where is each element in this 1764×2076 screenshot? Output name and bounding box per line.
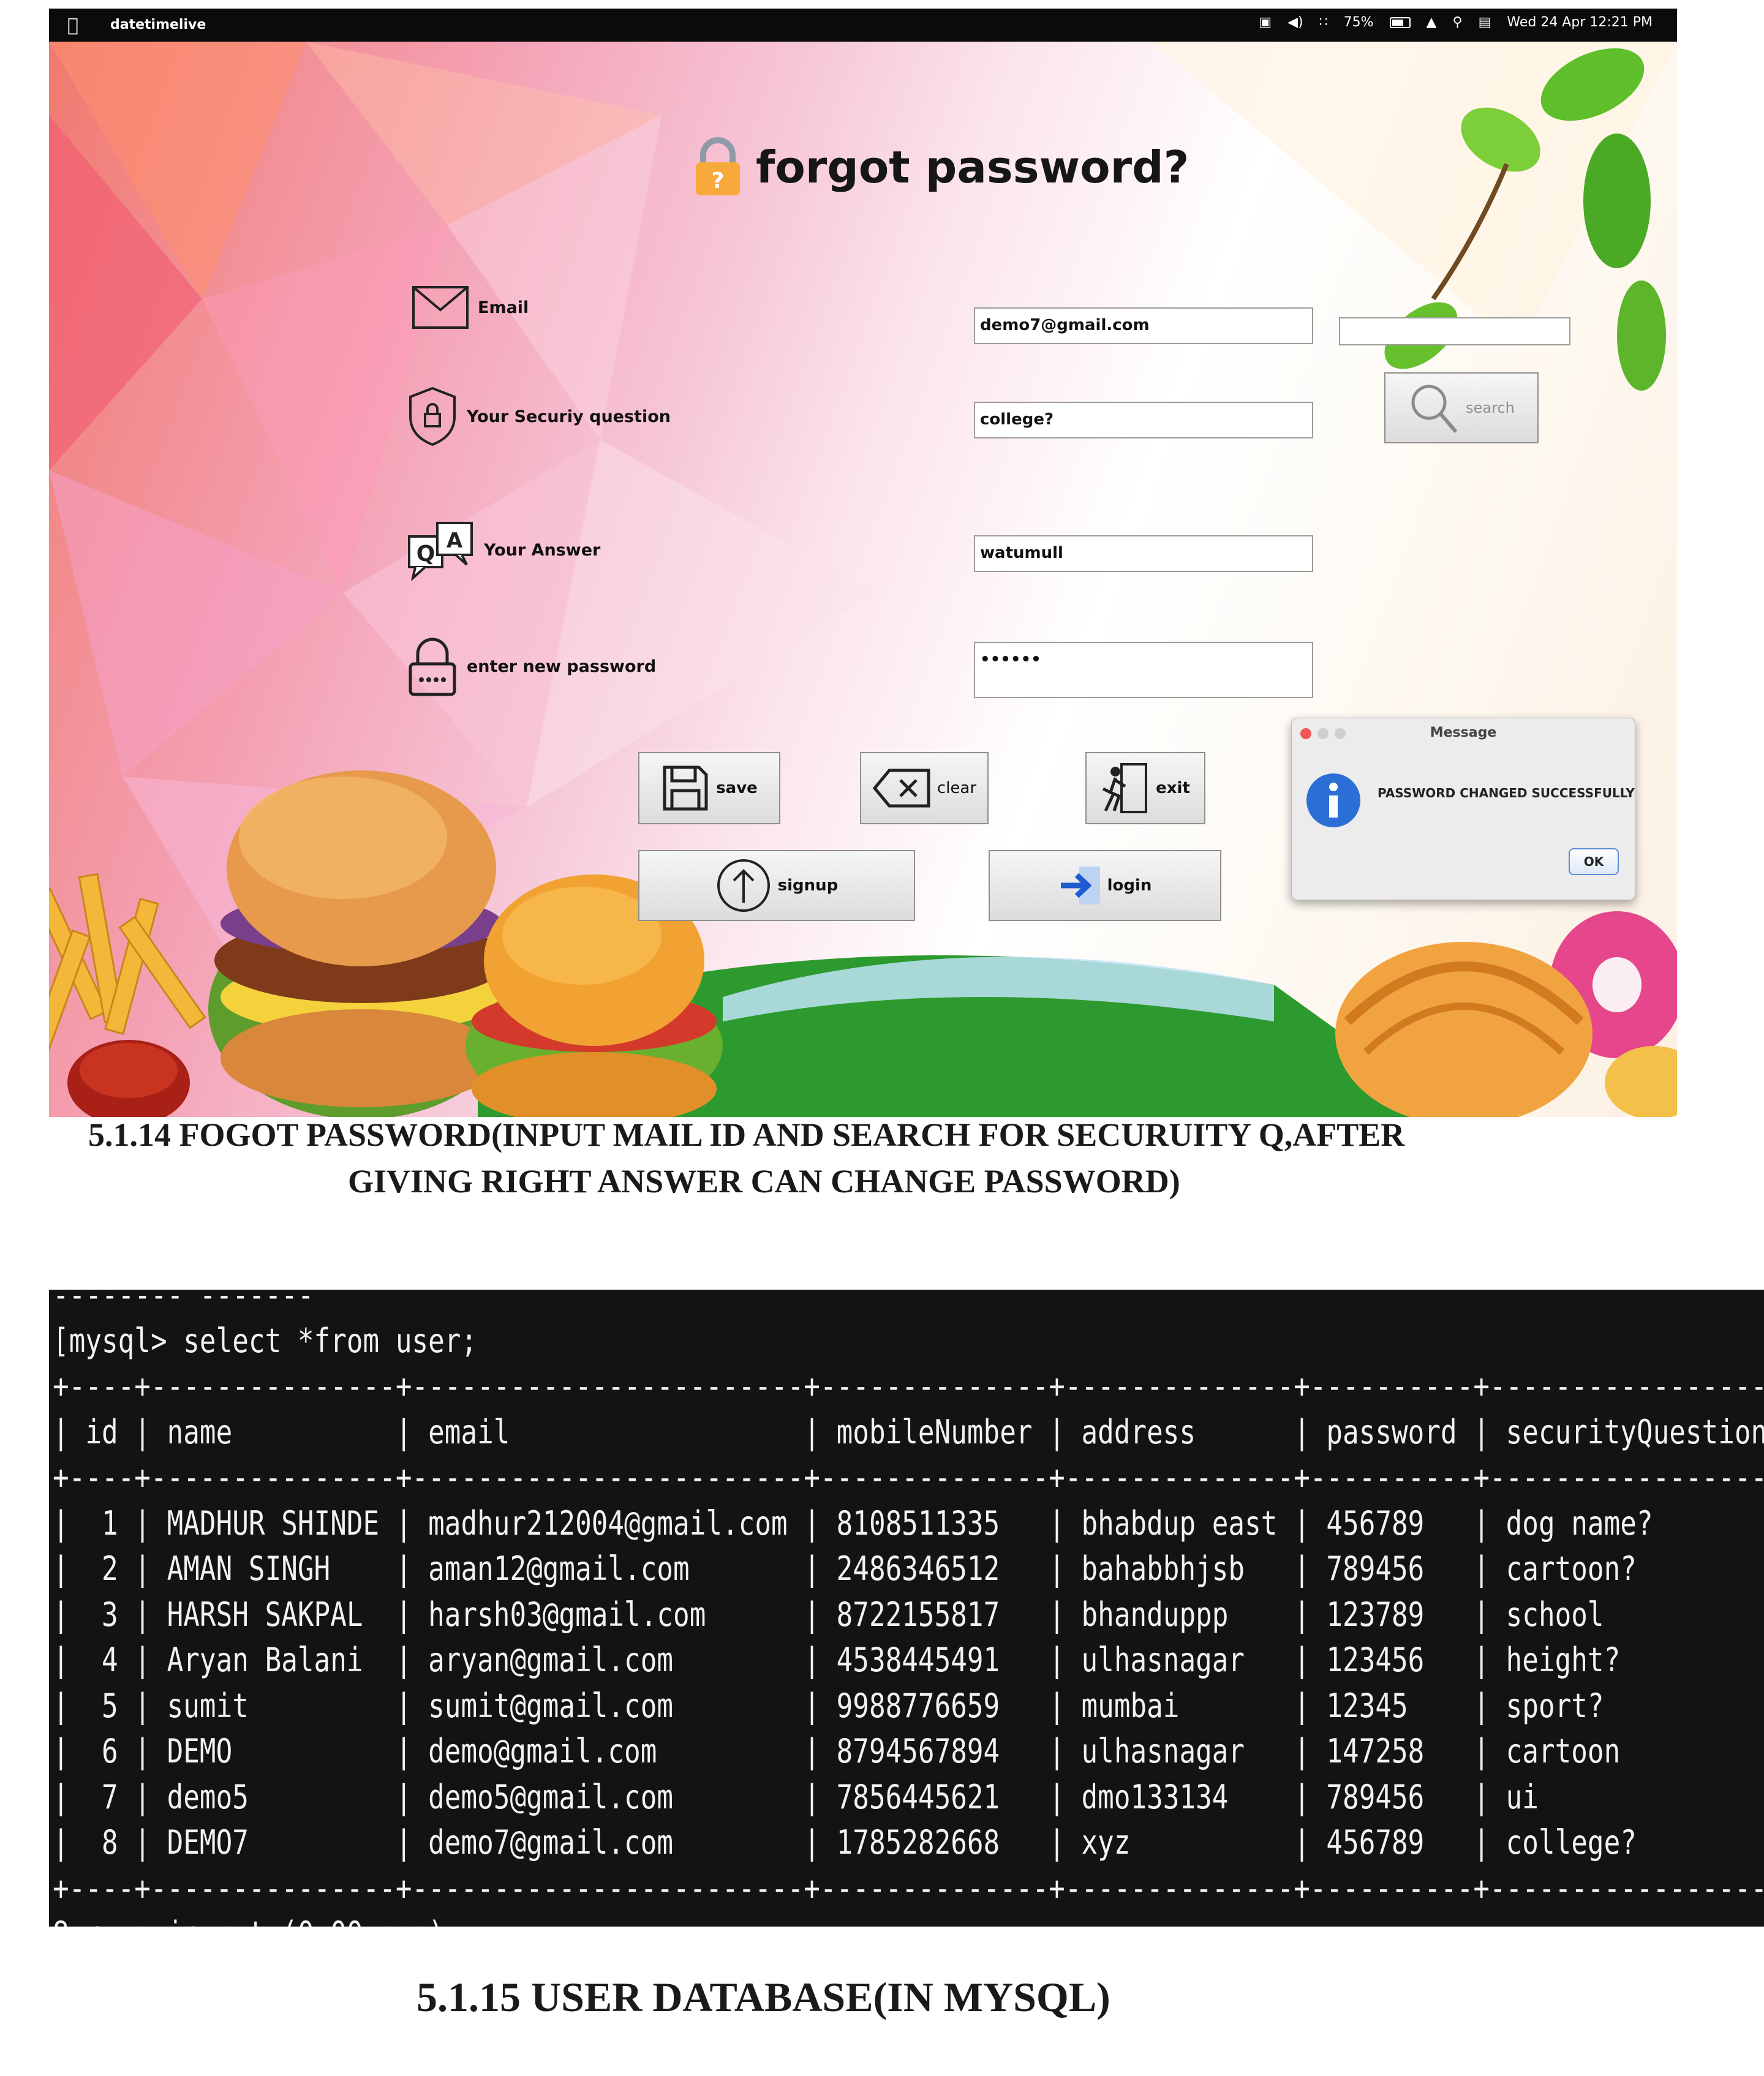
figure-caption-forgot-line1: 5.1.14 FOGOT PASSWORD(INPUT MAIL ID AND … (88, 1116, 1405, 1153)
page-title: forgot password? (756, 141, 1189, 193)
clear-button[interactable]: clear (860, 752, 989, 824)
menubar-app-name[interactable]: datetimelive (110, 17, 206, 32)
lock-question-icon: ? (696, 137, 740, 195)
exit-button-label: exit (1156, 779, 1190, 797)
side-text-field[interactable] (1339, 317, 1570, 345)
control-center-icon[interactable]: ▤ (1479, 15, 1491, 30)
login-button-label: login (1107, 876, 1152, 895)
shield-lock-icon (409, 386, 456, 446)
forgot-password-screenshot:  datetimelive ▣ ◀) ∷ 75% ▲ ⚲ ▤ Wed 24 A… (49, 9, 1677, 1117)
mysql-terminal: -------- ------- [mysql> select *from us… (49, 1290, 1764, 1927)
new-password-label: enter new password (467, 656, 657, 676)
floppy-disk-icon (663, 765, 708, 811)
menubar-clock[interactable]: Wed 24 Apr 12:21 PM (1507, 15, 1653, 30)
exit-button[interactable]: exit (1085, 752, 1205, 824)
save-button-label: save (716, 779, 758, 797)
security-question-label: Your Securiy question (467, 407, 671, 426)
display-icon[interactable]: ▣ (1259, 15, 1272, 30)
exit-door-icon (1102, 763, 1148, 813)
magnifier-icon (1411, 385, 1458, 433)
figure-caption-forgot-line2: GIVING RIGHT ANSWER CAN CHANGE PASSWORD) (348, 1163, 1180, 1200)
security-question-input[interactable]: college? (974, 402, 1313, 438)
signup-button[interactable]: signup (638, 850, 915, 921)
title-row: ? forgot password? (692, 134, 1189, 201)
message-dialog: Message PASSWORD CHANGED SUCCESSFULLY OK (1291, 718, 1635, 900)
svg-text:A: A (447, 528, 463, 553)
answer-input[interactable]: watumull (974, 535, 1313, 572)
save-button[interactable]: save (638, 752, 780, 824)
forgot-password-window: ? forgot password? Email Your Securiy qu… (49, 42, 1677, 1117)
login-button[interactable]: login (989, 850, 1221, 921)
close-window-button[interactable] (1300, 728, 1311, 739)
battery-percent: 75% (1343, 15, 1374, 30)
search-button[interactable]: search (1384, 372, 1539, 443)
dialog-titlebar: Message (1292, 718, 1635, 748)
spotlight-search-icon[interactable]: ⚲ (1452, 15, 1462, 30)
volume-icon[interactable]: ◀) (1287, 15, 1303, 30)
zoom-window-button[interactable] (1335, 728, 1346, 739)
bluetooth-icon[interactable]: ∷ (1319, 15, 1328, 30)
upload-arrow-icon (717, 859, 770, 912)
signup-button-label: signup (777, 876, 839, 895)
answer-label: Your Answer (484, 540, 601, 560)
mysql-output: -------- ------- [mysql> select *from us… (53, 1290, 1764, 1927)
new-password-input[interactable]: •••••• (974, 642, 1313, 698)
svg-text:Q: Q (417, 541, 435, 566)
dialog-title: Message (1430, 725, 1497, 740)
apple-icon[interactable]:  (67, 15, 78, 36)
mac-menubar:  datetimelive ▣ ◀) ∷ 75% ▲ ⚲ ▤ Wed 24 A… (49, 9, 1677, 42)
email-label-row: Email (412, 285, 529, 329)
email-label: Email (478, 298, 529, 317)
login-arrow-icon (1060, 867, 1100, 904)
decorative-background (49, 42, 1677, 1117)
svg-text:?: ? (712, 168, 725, 194)
question-answer-icon: Q A (408, 522, 473, 581)
figure-caption-database: 5.1.15 USER DATABASE(IN MYSQL) (417, 1974, 1110, 2020)
answer-label-row: Q A Your Answer (407, 519, 600, 581)
info-icon (1306, 773, 1360, 827)
dialog-message: PASSWORD CHANGED SUCCESSFULLY (1378, 786, 1635, 800)
search-button-label: search (1466, 399, 1515, 416)
wifi-icon[interactable]: ▲ (1427, 15, 1437, 30)
menubar-status-area: ▣ ◀) ∷ 75% ▲ ⚲ ▤ Wed 24 Apr 12:21 PM (1259, 15, 1653, 30)
envelope-icon (412, 286, 469, 329)
minimize-window-button[interactable] (1317, 728, 1329, 739)
clear-button-label: clear (937, 779, 977, 797)
window-controls (1300, 728, 1346, 739)
email-input[interactable]: demo7@gmail.com (974, 307, 1313, 344)
ok-button[interactable]: OK (1569, 848, 1619, 875)
battery-icon[interactable] (1389, 17, 1411, 28)
backspace-icon (872, 769, 930, 808)
padlock-icon (409, 637, 456, 696)
new-password-label-row: enter new password (407, 636, 656, 697)
security-label-row: Your Securiy question (407, 386, 671, 447)
